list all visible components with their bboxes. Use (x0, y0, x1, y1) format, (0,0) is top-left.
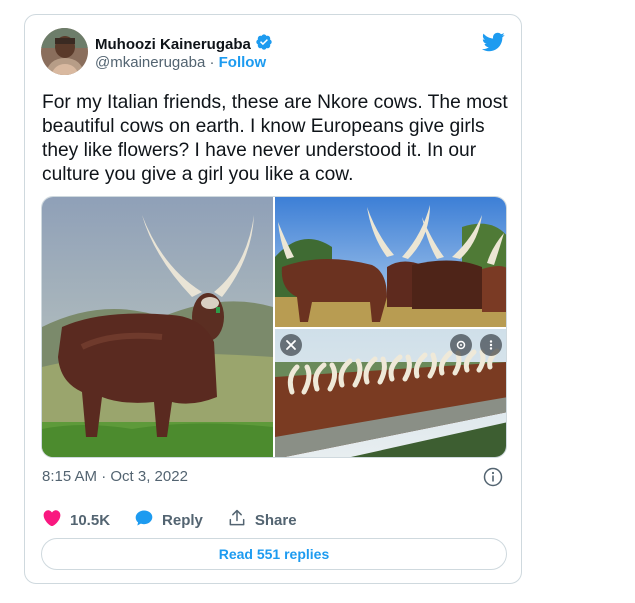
author-handle[interactable]: @mkainerugaba (95, 54, 205, 71)
media-svg (42, 197, 507, 458)
tweet-card: Muhoozi Kainerugaba @mkainerugaba · Foll… (24, 14, 522, 584)
author-name-row: Muhoozi Kainerugaba (95, 33, 273, 56)
photo-nkore-herd[interactable] (275, 197, 507, 327)
lens-search-icon[interactable] (450, 334, 472, 356)
like-count: 10.5K (70, 511, 111, 529)
speech-bubble-icon (134, 508, 154, 532)
share-label: Share (254, 511, 297, 529)
reply-label: Reply (162, 511, 203, 529)
tweet-text: For my Italian friends, these are Nkore … (42, 92, 508, 185)
author-handle-row: @mkainerugaba · Follow (95, 54, 266, 71)
follow-button[interactable]: Follow (219, 54, 267, 71)
tweet-actions: 10.5K Reply Share (42, 508, 321, 532)
heart-icon (42, 508, 62, 532)
twitter-bird-icon[interactable] (481, 30, 505, 54)
verified-badge-icon (255, 33, 273, 56)
more-options-icon[interactable] (480, 334, 502, 356)
photo-nkore-cow-portrait[interactable] (42, 197, 273, 458)
share-upload-icon (227, 508, 247, 532)
avatar[interactable] (41, 28, 88, 75)
media-grid (41, 196, 507, 458)
reply-button[interactable]: Reply (134, 508, 203, 532)
handle-separator: · (205, 54, 219, 71)
author-name[interactable]: Muhoozi Kainerugaba (95, 36, 251, 53)
read-replies-button[interactable]: Read 551 replies (41, 538, 507, 570)
info-icon[interactable] (483, 467, 503, 487)
close-icon[interactable] (280, 334, 302, 356)
like-button[interactable]: 10.5K (42, 508, 110, 532)
tweet-timestamp[interactable]: 8:15 AM · Oct 3, 2022 (42, 468, 188, 485)
photo-nkore-trough[interactable] (275, 329, 507, 458)
share-button[interactable]: Share (227, 508, 297, 532)
